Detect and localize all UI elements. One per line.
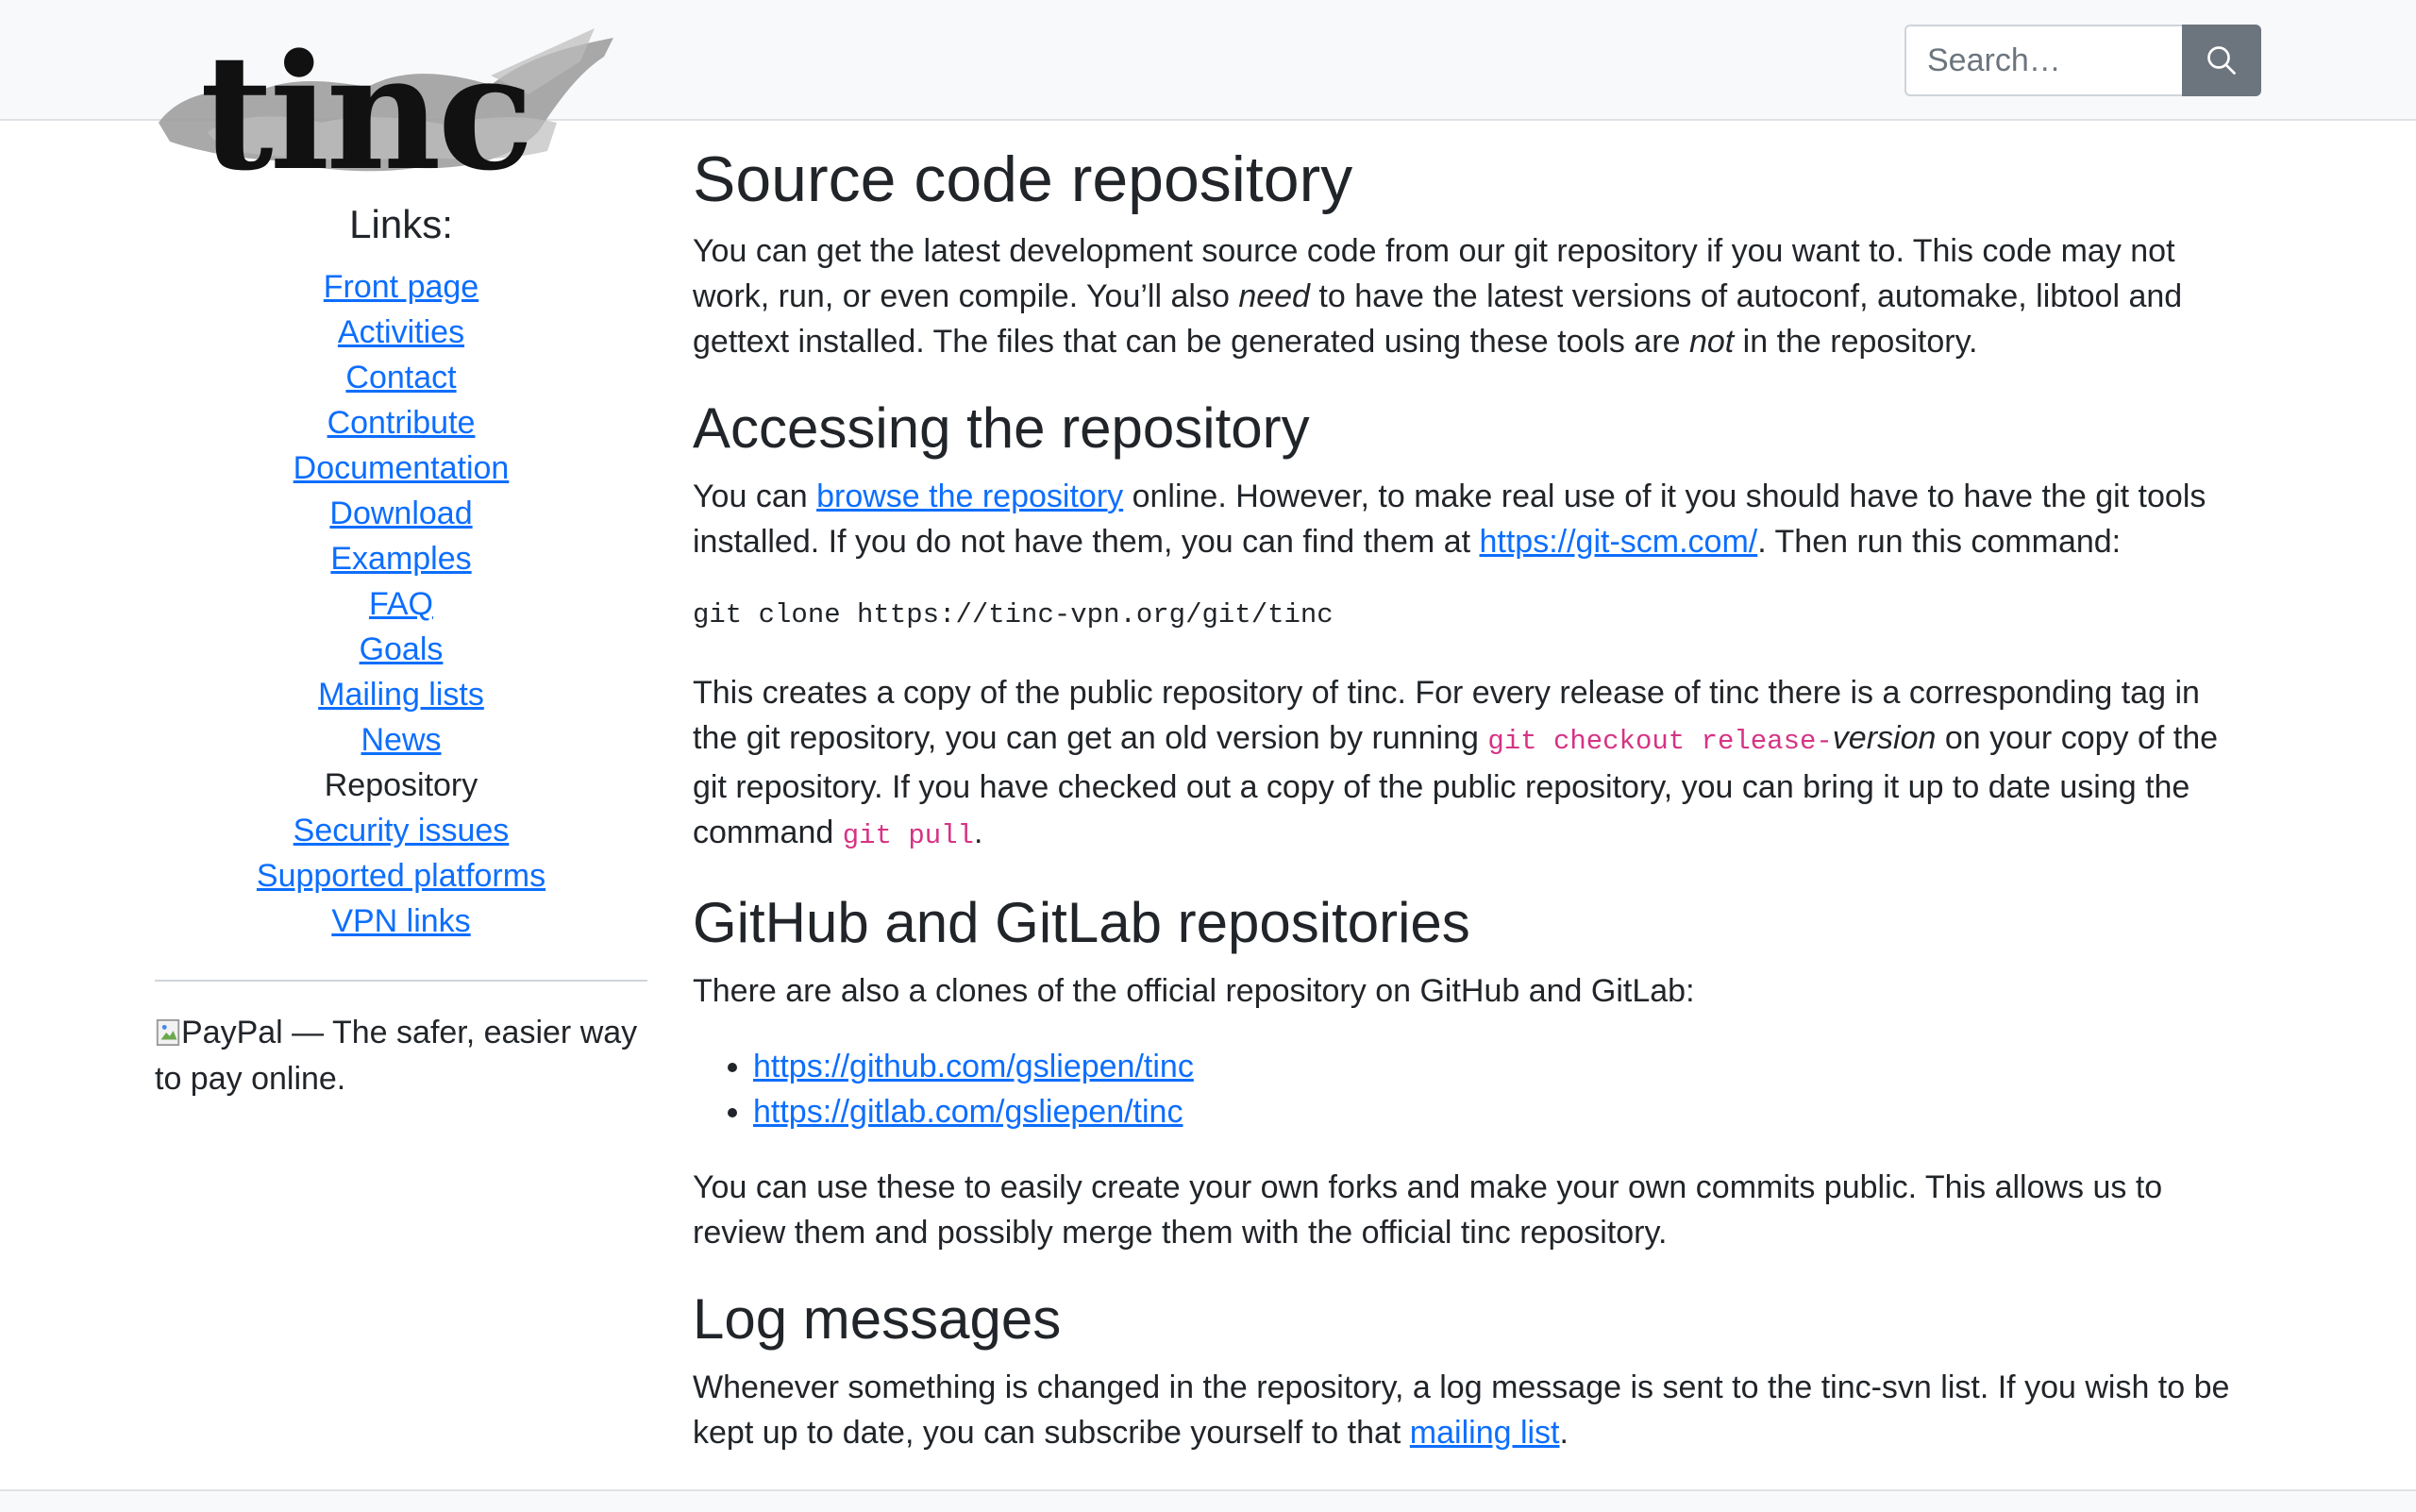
section-heading-accessing: Accessing the repository [693,395,1310,460]
sidebar-link[interactable]: Mailing lists [318,677,484,713]
text: . [1559,1414,1569,1451]
text: . [973,814,983,850]
git-scm-link[interactable]: https://git-scm.com/ [1480,524,1758,560]
sidebar-link[interactable]: Activities [338,314,464,350]
logo-text: tinc [200,19,530,189]
inline-code: git checkout release- [1487,725,1833,757]
search-form [1904,25,2261,96]
accessing-paragraph: You can browse the repository online. Ho… [693,474,2250,564]
inline-code: git pull [842,819,974,851]
mailing-list-link[interactable]: mailing list [1410,1415,1560,1451]
mirror-list: https://github.com/gsliepen/tinc https:/… [693,1044,2250,1134]
section-heading-log: Log messages [693,1286,1062,1351]
search-icon [2207,46,2236,75]
tinc-logo-image: tinc [159,19,613,206]
sidebar-item-documentation: Documentation [155,445,647,491]
browse-repository-link[interactable]: browse the repository [816,479,1123,514]
mirrors-intro: There are also a clones of the official … [693,972,1695,1009]
sidebar-item-download: Download [155,491,647,536]
sidebar-link[interactable]: Contact [345,360,456,395]
log-paragraph: Whenever something is changed in the rep… [693,1365,2250,1455]
main-content: Source code repository You can get the l… [693,142,2250,1486]
sidebar-item-goals: Goals [155,627,647,672]
sidebar-item-vpn-links: VPN links [155,899,647,944]
sidebar-link[interactable]: Examples [330,541,471,577]
sidebar-item-front-page: Front page [155,264,647,310]
text: . Then run this command: [1757,523,2122,560]
sidebar-item-faq: FAQ [155,581,647,627]
git-clone-command: git clone https://tinc-vpn.org/git/tinc [693,598,1334,630]
sidebar-item-mailing-lists: Mailing lists [155,672,647,717]
broken-image-icon [156,1018,180,1047]
sidebar-link[interactable]: Download [329,496,472,531]
sidebar-item-contribute: Contribute [155,400,647,445]
sidebar-item-examples: Examples [155,536,647,581]
page-title: Source code repository [693,143,1353,215]
sidebar-link[interactable]: Supported platforms [257,858,545,894]
sidebar: Links: Front page Activities Contact Con… [155,202,647,1102]
mirrors-outro: You can use these to easily create your … [693,1168,2163,1251]
paypal-donate-button[interactable]: PayPal — The safer, easier way to pay on… [155,1010,647,1102]
emphasis: version [1832,719,1937,756]
sidebar-link[interactable]: Front page [324,269,478,305]
text: You can [693,478,817,514]
sidebar-link[interactable]: News [361,722,441,758]
footer-bar [0,1489,2416,1512]
sidebar-link[interactable]: Contribute [327,405,476,441]
sidebar-item-activities: Activities [155,310,647,355]
list-item: https://gitlab.com/gsliepen/tinc [753,1089,2250,1134]
sidebar-item-repository-current: Repository [324,767,478,803]
list-item: https://github.com/gsliepen/tinc [753,1044,2250,1089]
github-link[interactable]: https://github.com/gsliepen/tinc [753,1049,1194,1084]
sidebar-item-security-issues: Security issues [155,808,647,853]
release-paragraph: This creates a copy of the public reposi… [693,670,2250,859]
sidebar-link[interactable]: Security issues [294,813,510,848]
sidebar-nav: Front page Activities Contact Contribute… [155,264,647,944]
emphasis: not [1688,323,1735,360]
tinc-logo[interactable]: tinc [151,19,623,206]
sidebar-link[interactable]: Goals [360,631,444,667]
gitlab-link[interactable]: https://gitlab.com/gsliepen/tinc [753,1094,1183,1130]
paypal-alt-text: PayPal — The safer, easier way to pay on… [155,1015,638,1097]
search-button[interactable] [2182,25,2261,96]
text: in the repository. [1734,323,1978,360]
sidebar-item-news: News [155,717,647,763]
emphasis: need [1238,277,1310,314]
section-heading-mirrors: GitHub and GitLab repositories [693,890,1470,954]
sidebar-link[interactable]: Documentation [294,450,510,486]
sidebar-divider [155,980,647,982]
sidebar-item-supported-platforms: Supported platforms [155,853,647,899]
intro-paragraph: You can get the latest development sourc… [693,228,2250,364]
links-heading: Links: [349,202,453,246]
sidebar-item-contact: Contact [155,355,647,400]
search-input[interactable] [1904,25,2182,96]
sidebar-link[interactable]: VPN links [331,903,470,939]
sidebar-link[interactable]: FAQ [369,586,433,622]
